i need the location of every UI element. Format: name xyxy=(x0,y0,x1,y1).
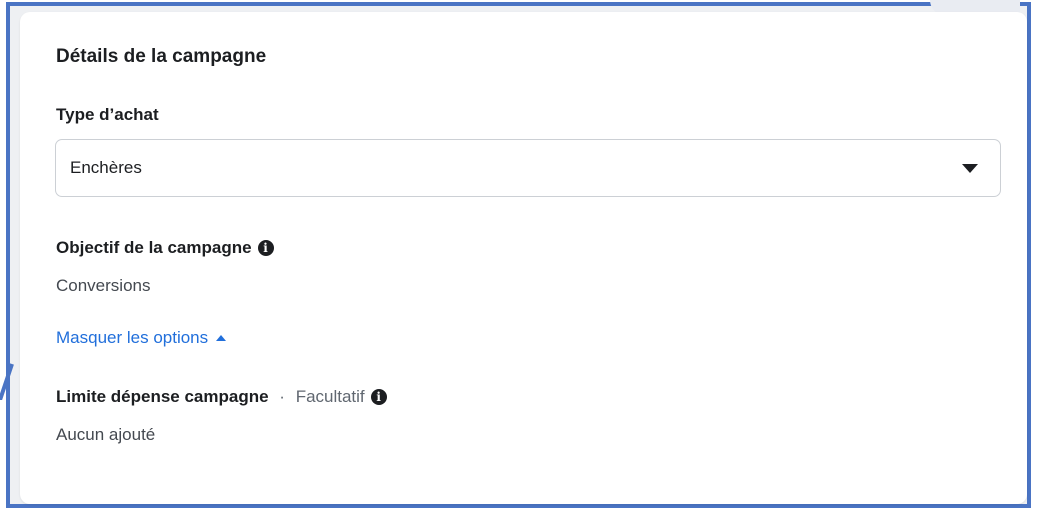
spend-limit-label-text: Limite dépense campagne xyxy=(56,387,269,406)
hide-options-link[interactable]: Masquer les options xyxy=(56,328,227,348)
purchase-type-label-text: Type d’achat xyxy=(56,105,159,124)
purchase-type-label: Type d’achat xyxy=(56,105,159,125)
objective-value: Conversions xyxy=(56,276,151,295)
campaign-details-card xyxy=(20,12,1027,504)
purchase-type-value: Enchères xyxy=(70,158,142,177)
spend-limit-value: Aucun ajouté xyxy=(56,425,156,444)
spend-limit-label: Limite dépense campagne · Facultatif i xyxy=(56,387,387,407)
card-title: Détails de la campagne xyxy=(56,46,267,67)
spend-limit-separator: · xyxy=(274,387,290,406)
spend-limit-optional: Facultatif xyxy=(295,387,365,406)
info-icon[interactable]: i xyxy=(370,389,387,405)
info-icon[interactable]: i xyxy=(257,240,274,256)
caret-down-icon xyxy=(962,164,978,173)
caret-up-icon xyxy=(216,335,227,341)
objective-label-text: Objectif de la campagne xyxy=(56,238,252,257)
hide-options-label: Masquer les options xyxy=(56,328,209,347)
purchase-type-select[interactable]: Enchères xyxy=(55,139,1001,197)
objective-label: Objectif de la campagne i xyxy=(56,238,274,258)
pointer-arrow-icon xyxy=(0,363,14,400)
